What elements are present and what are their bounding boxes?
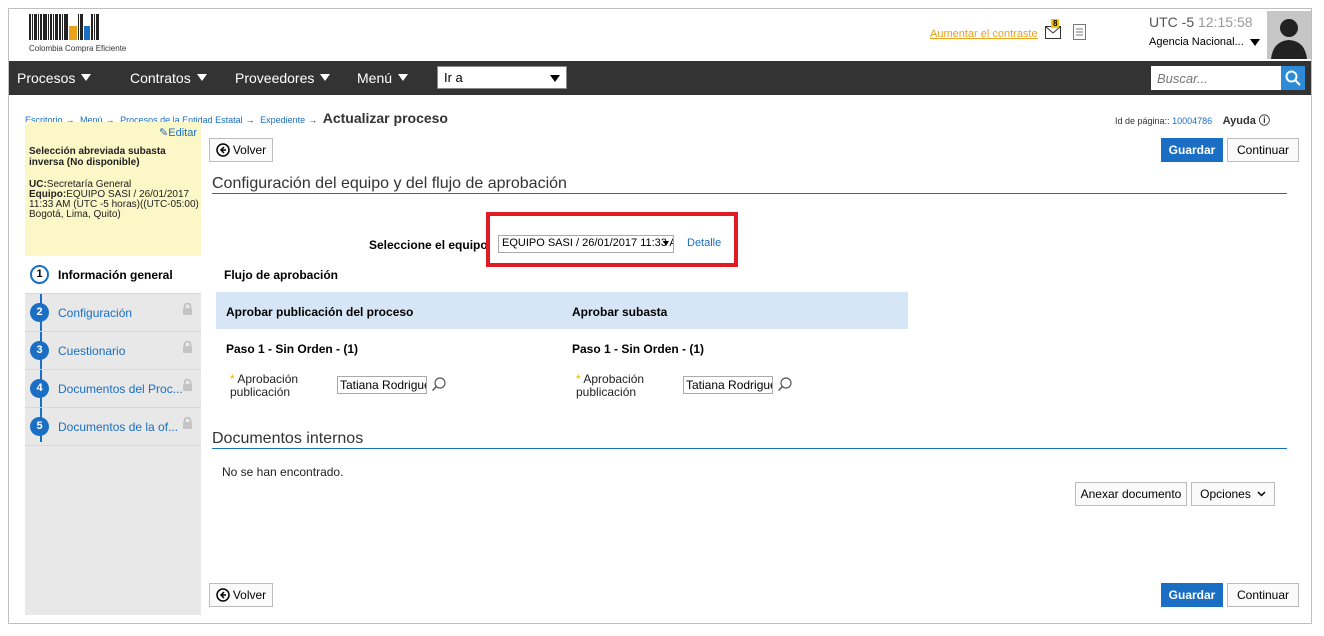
continue-button-bottom[interactable]: Continuar — [1227, 583, 1299, 607]
lock-icon — [183, 417, 192, 429]
step-documentos-oferta[interactable]: 5 Documentos de la of... — [25, 408, 201, 446]
step-configuracion[interactable]: 2 Configuración — [25, 294, 201, 332]
select-team-label: Seleccione el equipo — [369, 238, 488, 252]
chevron-down-icon — [663, 241, 669, 246]
magnifier-icon[interactable] — [431, 376, 447, 392]
flow-col-2-user-field[interactable]: Tatiana Rodriguez — [683, 376, 773, 394]
chevron-down-icon — [398, 74, 409, 81]
lock-icon — [183, 303, 192, 315]
help-link[interactable]: Ayuda ⓘ — [1223, 115, 1270, 127]
utc-label: UTC -5 — [1149, 14, 1195, 30]
team-select[interactable]: EQUIPO SASI / 26/01/2017 11:33 AM — [498, 235, 674, 253]
attach-document-button[interactable]: Anexar documento — [1075, 482, 1187, 506]
help-icon: ⓘ — [1258, 115, 1270, 127]
logo-text: Colombia Compra Eficiente — [29, 44, 127, 53]
arrow-left-icon — [216, 143, 230, 157]
section-title-internal-docs: Documentos internos — [212, 430, 1287, 449]
no-results-text: No se han encontrado. — [222, 465, 344, 479]
chevron-down-icon — [196, 74, 207, 81]
flow-label: Flujo de aprobación — [224, 268, 339, 282]
options-button[interactable]: Opciones — [1191, 482, 1275, 506]
search-input[interactable] — [1151, 66, 1281, 90]
goto-select[interactable]: Ir a — [437, 66, 567, 89]
utc-time: 12:15:58 — [1198, 14, 1253, 30]
flow-col-2-role: * Aprobación publicación — [576, 372, 645, 399]
save-button-top[interactable]: Guardar — [1161, 138, 1223, 162]
chevron-down-icon — [1249, 38, 1260, 46]
section-title-config: Configuración del equipo y del flujo de … — [212, 175, 1287, 194]
detail-link[interactable]: Detalle — [687, 237, 721, 249]
flow-col-1-user-field[interactable]: Tatiana Rodriguez — [337, 376, 427, 394]
step-list: 1 Información general 2 Configuración 3 … — [25, 256, 201, 446]
pencil-icon: ✎ — [159, 127, 169, 139]
main-nav: Procesos Contratos Proveedores Menú Ir a — [9, 61, 1311, 95]
document-icon[interactable] — [1073, 24, 1086, 40]
step-label: Documentos de la of... — [58, 420, 179, 434]
step-label: Documentos del Proc... — [58, 382, 183, 396]
sidebar: ✎Editar Selección abreviada subasta inve… — [25, 122, 201, 615]
flow-col-1-step: Paso 1 - Sin Orden - (1) — [226, 342, 359, 356]
page-title: Actualizar proceso — [322, 110, 448, 126]
step-label: Cuestionario — [58, 344, 126, 358]
chevron-down-icon — [550, 75, 560, 82]
avatar[interactable] — [1267, 11, 1311, 59]
lock-icon — [183, 379, 192, 391]
lock-icon — [183, 341, 192, 353]
chevron-down-icon — [320, 74, 331, 81]
flow-col-1-role: * Aprobación publicación — [230, 372, 299, 399]
save-button-bottom[interactable]: Guardar — [1161, 583, 1223, 607]
app-frame: Colombia Compra Eficiente Aumentar el co… — [8, 8, 1312, 624]
flow-col-2-title: Aprobar subasta — [572, 305, 668, 319]
back-button-top[interactable]: Volver — [209, 138, 273, 162]
step-label: Información general — [58, 268, 173, 282]
search-button[interactable] — [1281, 66, 1305, 90]
page-id-value: 10004786 — [1172, 116, 1213, 126]
nav-menu[interactable]: Menú — [357, 70, 409, 86]
search-icon — [1285, 70, 1301, 86]
chevron-down-icon — [1257, 491, 1266, 497]
flow-header: Aprobar publicación del proceso Aprobar … — [216, 292, 908, 329]
flow-col-1-title: Aprobar publicación del proceso — [226, 305, 414, 319]
step-informacion-general[interactable]: 1 Información general — [25, 256, 201, 294]
step-cuestionario[interactable]: 3 Cuestionario — [25, 332, 201, 370]
chevron-down-icon — [81, 74, 92, 81]
clock: UTC -5 12:15:58 Agencia Nacional... — [1149, 14, 1267, 48]
nav-procesos[interactable]: Procesos — [17, 70, 92, 86]
magnifier-icon[interactable] — [777, 376, 793, 392]
required-star-icon: * — [230, 372, 235, 386]
process-summary: ✎Editar Selección abreviada subasta inve… — [25, 122, 201, 256]
step-documentos-proceso[interactable]: 4 Documentos del Proc... — [25, 370, 201, 408]
continue-button-top[interactable]: Continuar — [1227, 138, 1299, 162]
step-label: Configuración — [58, 306, 133, 320]
top-header: Colombia Compra Eficiente Aumentar el co… — [9, 9, 1311, 61]
edit-link[interactable]: ✎Editar — [159, 126, 197, 139]
barcode-logo-icon — [29, 12, 100, 40]
arrow-left-icon — [216, 588, 230, 602]
nav-contratos[interactable]: Contratos — [130, 70, 207, 86]
breadcrumb-expediente[interactable]: Expediente — [260, 115, 305, 125]
process-details: UC:Secretaría General Equipo:EQUIPO SASI… — [29, 179, 199, 220]
mail-badge: 8 — [1051, 19, 1060, 28]
page-id: Id de página:: 10004786 Ayuda ⓘ — [1115, 112, 1270, 128]
agency-selector[interactable]: Agencia Nacional... — [1149, 36, 1267, 48]
nav-proveedores[interactable]: Proveedores — [235, 70, 331, 86]
flow-col-2-step: Paso 1 - Sin Orden - (1) — [572, 342, 705, 356]
page-id-label: Id de página:: — [1115, 116, 1170, 126]
back-button-bottom[interactable]: Volver — [209, 583, 273, 607]
contrast-link[interactable]: Aumentar el contraste — [930, 28, 1038, 40]
process-type: Selección abreviada subasta inversa (No … — [29, 146, 166, 168]
logo[interactable]: Colombia Compra Eficiente — [29, 12, 149, 56]
agency-name: Agencia Nacional... — [1149, 36, 1244, 48]
required-star-icon: * — [576, 372, 581, 386]
user-silhouette-icon — [1271, 19, 1307, 59]
